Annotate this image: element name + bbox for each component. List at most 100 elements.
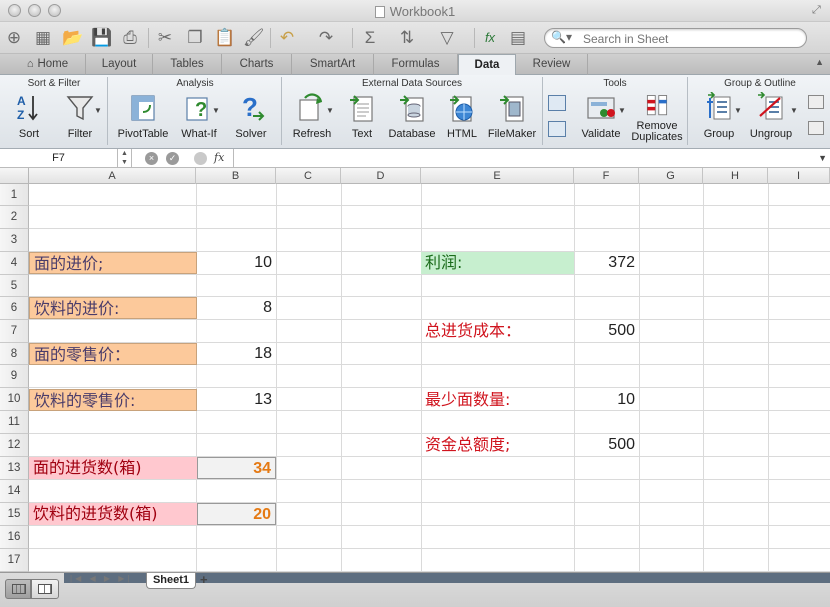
hide-detail-icon[interactable] (808, 121, 824, 135)
cell-a8[interactable]: 面的零售价： (29, 343, 197, 365)
normal-view-button[interactable] (5, 579, 31, 599)
cancel-formula-icon[interactable]: × (145, 152, 158, 165)
row-header-16[interactable]: 16 (0, 526, 29, 549)
accept-formula-icon[interactable]: ✓ (166, 152, 179, 165)
function-icon[interactable]: fx (480, 28, 500, 48)
save-icon[interactable]: 💾 (91, 28, 112, 48)
row-header-12[interactable]: 12 (0, 434, 29, 457)
cell-b8[interactable]: 18 (197, 343, 276, 365)
tab-data[interactable]: Data (458, 54, 516, 76)
cell-b6[interactable]: 8 (197, 297, 276, 319)
select-all-corner[interactable] (0, 168, 29, 184)
row-header-13[interactable]: 13 (0, 457, 29, 480)
paste-icon[interactable]: 📋 (214, 28, 235, 48)
add-sheet-button[interactable]: + (200, 572, 208, 587)
row-header-2[interactable]: 2 (0, 206, 29, 229)
column-header-c[interactable]: C (276, 168, 341, 184)
tab-tables[interactable]: Tables (153, 54, 222, 75)
import-html-button[interactable]: HTML (442, 92, 482, 146)
toggle-formula-icon[interactable] (194, 152, 207, 165)
cell-e7[interactable]: 总进货成本： (421, 320, 574, 342)
solver-button[interactable]: ? Solver (228, 92, 274, 146)
pivottable-button[interactable]: PivotTable (114, 92, 172, 146)
row-header-11[interactable]: 11 (0, 411, 29, 434)
cell-f12[interactable]: 500 (574, 434, 639, 456)
row-header-8[interactable]: 8 (0, 343, 29, 365)
cut-icon[interactable]: ✂ (155, 28, 175, 48)
cell-e12[interactable]: 资金总额度; (421, 434, 574, 456)
column-header-i[interactable]: I (768, 168, 830, 184)
cell-f7[interactable]: 500 (574, 320, 639, 342)
row-header-5[interactable]: 5 (0, 275, 29, 297)
column-header-g[interactable]: G (639, 168, 703, 184)
column-header-f[interactable]: F (574, 168, 639, 184)
sort-az-icon[interactable]: ⇅ (397, 28, 417, 48)
insert-function-icon[interactable]: fx (214, 151, 224, 164)
row-header-3[interactable]: 3 (0, 229, 29, 252)
row-header-15[interactable]: 15 (0, 503, 29, 526)
ungroup-button[interactable]: ▼ Ungroup (744, 92, 798, 146)
worksheet-grid[interactable]: A B C D E F G H I 1 2 3 4 5 6 7 8 9 10 1… (0, 168, 830, 572)
text-to-columns-icon[interactable] (548, 95, 566, 111)
row-header-1[interactable]: 1 (0, 184, 29, 206)
tab-smartart[interactable]: SmartArt (292, 54, 374, 75)
expand-formula-icon[interactable]: ▼ (818, 153, 827, 163)
filter-button[interactable]: ▼ Filter (56, 92, 104, 146)
group-button[interactable]: ▼ Group (696, 92, 742, 146)
tab-review[interactable]: Review (516, 54, 588, 75)
cell-b10[interactable]: 13 (197, 389, 276, 411)
consolidate-icon[interactable] (548, 121, 566, 137)
search-input[interactable] (583, 31, 798, 46)
row-header-6[interactable]: 6 (0, 297, 29, 320)
import-text-button[interactable]: Text (342, 92, 382, 146)
refresh-button[interactable]: ▼ Refresh (288, 92, 336, 146)
whatif-button[interactable]: ? ▼ What-If (176, 92, 222, 146)
column-header-b[interactable]: B (196, 168, 276, 184)
row-header-9[interactable]: 9 (0, 365, 29, 388)
import-filemaker-button[interactable]: FileMaker (486, 92, 538, 146)
remove-duplicates-button[interactable]: Remove Duplicates (630, 92, 684, 146)
cell-e10[interactable]: 最少面数量: (421, 389, 574, 411)
templates-icon[interactable]: ▦ (33, 28, 53, 48)
row-header-14[interactable]: 14 (0, 480, 29, 503)
cell-a6[interactable]: 饮料的进价: (29, 297, 197, 319)
new-workbook-icon[interactable]: ⊕ (4, 28, 24, 48)
cell-a10[interactable]: 饮料的零售价: (29, 389, 197, 411)
format-painter-icon[interactable]: 🖌 (243, 28, 265, 48)
sort-button[interactable]: A Z Sort (6, 92, 52, 146)
cell-e4[interactable]: 利润: (421, 252, 574, 274)
row-header-17[interactable]: 17 (0, 549, 29, 572)
cell-b13[interactable]: 34 (197, 457, 276, 479)
cell-f4[interactable]: 372 (574, 252, 639, 274)
ribbon-collapse-icon[interactable]: ▲ (815, 57, 824, 67)
redo-icon[interactable]: ↷ (316, 28, 336, 48)
tab-formulas[interactable]: Formulas (374, 54, 458, 75)
cell-f10[interactable]: 10 (574, 389, 639, 411)
cell-b15[interactable]: 20 (197, 503, 276, 525)
open-icon[interactable]: 📂 (62, 28, 83, 48)
name-box-stepper[interactable]: ▲ ▼ (118, 149, 132, 167)
row-header-4[interactable]: 4 (0, 252, 29, 275)
autosum-icon[interactable]: Σ (360, 28, 380, 48)
print-icon[interactable]: ⎙ (120, 28, 140, 48)
column-header-e[interactable]: E (421, 168, 574, 184)
show-detail-icon[interactable] (808, 95, 824, 109)
cell-a15[interactable]: 饮料的进货数(箱) (29, 503, 197, 525)
copy-icon[interactable]: ❐ (185, 28, 205, 48)
tab-charts[interactable]: Charts (222, 54, 292, 75)
tab-home[interactable]: ⌂ Home (10, 54, 86, 75)
validate-button[interactable]: ▼ Validate (574, 92, 628, 146)
page-layout-view-button[interactable] (31, 579, 59, 599)
cell-a13[interactable]: 面的进货数(箱) (29, 457, 197, 479)
sheet-nav-arrows-icon[interactable]: |◀ ◀ ▶ ▶| (70, 574, 132, 583)
sheet-tab-sheet1[interactable]: Sheet1 (146, 573, 196, 589)
formula-input[interactable] (233, 149, 815, 167)
search-box[interactable]: 🔍▾ (544, 28, 807, 48)
filter-icon[interactable]: ▽ (437, 28, 457, 48)
row-header-10[interactable]: 10 (0, 388, 29, 411)
tab-layout[interactable]: Layout (86, 54, 153, 75)
column-header-a[interactable]: A (29, 168, 196, 184)
fullscreen-icon[interactable]: ⤢ (812, 4, 824, 16)
cell-a4[interactable]: 面的进价; (29, 252, 197, 274)
column-header-h[interactable]: H (703, 168, 768, 184)
